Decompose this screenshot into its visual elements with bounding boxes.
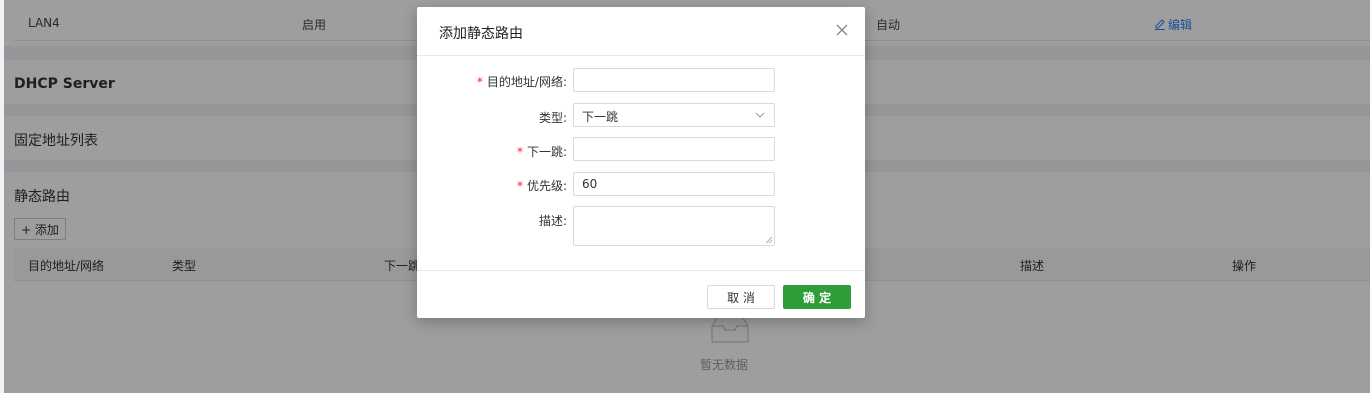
cancel-button[interactable]: 取 消: [707, 285, 775, 309]
priority-label: * 优先级:: [516, 179, 567, 193]
dialog-footer: 取 消 确 定: [417, 270, 865, 319]
destination-input[interactable]: [573, 68, 775, 92]
resize-handle-icon[interactable]: [765, 236, 773, 244]
description-label: 描述:: [538, 214, 567, 228]
type-select-value: 下一跳: [582, 110, 619, 124]
dialog-header: 添加静态路由: [417, 7, 865, 56]
confirm-button[interactable]: 确 定: [783, 285, 851, 309]
type-label: 类型:: [538, 111, 567, 125]
next-hop-label-text: 下一跳:: [526, 145, 567, 159]
close-icon[interactable]: [833, 21, 851, 39]
description-textarea[interactable]: [573, 206, 775, 246]
type-select[interactable]: 下一跳: [573, 103, 775, 127]
destination-label: * 目的地址/网络:: [476, 75, 567, 89]
dialog-title: 添加静态路由: [439, 26, 523, 42]
add-static-route-dialog: 添加静态路由 * 目的地址/网络: 类型: 下一跳 * 下一跳: * 优先级: 60 …: [417, 7, 865, 318]
next-hop-input[interactable]: [573, 137, 775, 161]
destination-label-text: 目的地址/网络:: [486, 75, 567, 89]
priority-label-text: 优先级:: [526, 179, 567, 193]
next-hop-label: * 下一跳:: [516, 145, 567, 159]
chevron-down-icon: [755, 112, 765, 118]
priority-input[interactable]: 60: [573, 172, 775, 196]
